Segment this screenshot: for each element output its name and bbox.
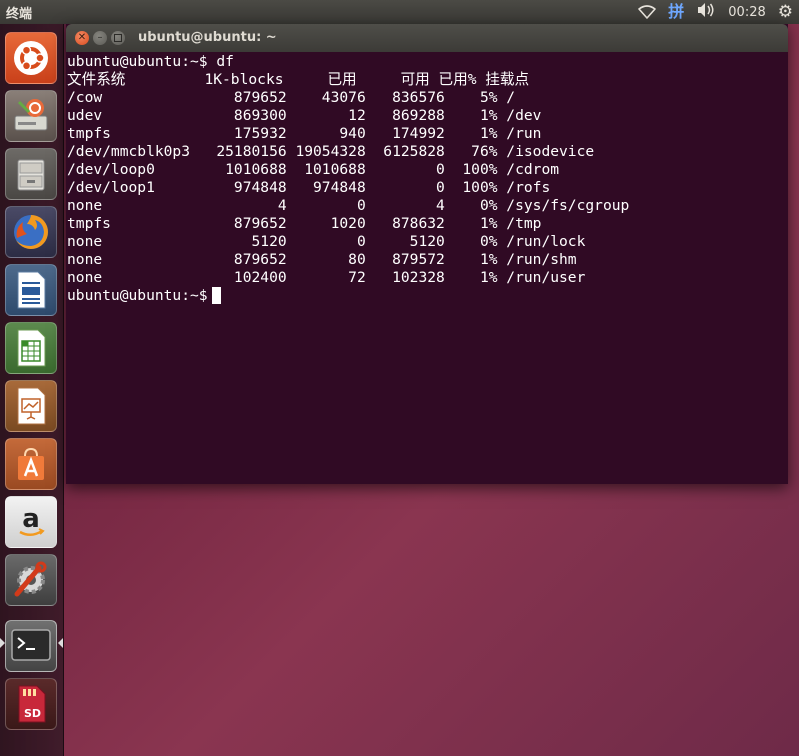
- window-close-button[interactable]: ✕: [75, 31, 89, 45]
- settings-gear-icon[interactable]: ⚙: [778, 2, 793, 22]
- terminal-output[interactable]: ubuntu@ubuntu:~$ df 文件系统 1K-blocks 已用 可用 …: [67, 52, 787, 305]
- launcher-item-files[interactable]: [5, 148, 57, 200]
- calc-icon: [17, 329, 46, 367]
- launcher-item-sd-card[interactable]: SD: [5, 678, 57, 730]
- launcher: a SD: [0, 24, 64, 756]
- wifi-icon[interactable]: [638, 5, 657, 19]
- launcher-item-amazon[interactable]: a: [5, 496, 57, 548]
- df-table-row: /dev/loop0 1010688 1010688 0 100% /cdrom: [67, 161, 560, 178]
- launcher-item-software-center[interactable]: [5, 438, 57, 490]
- indicator-area: 拼 00:28 ⚙: [638, 2, 793, 22]
- prompt-line: ubuntu@ubuntu:~$: [67, 287, 787, 305]
- ubuntu-logo-icon: [14, 41, 48, 75]
- amazon-icon: a: [19, 504, 45, 536]
- settings-icon: [14, 561, 47, 597]
- terminal-window[interactable]: ✕ – ubuntu@ubuntu: ~ ubuntu@ubuntu:~$ df…: [66, 24, 788, 484]
- clock[interactable]: 00:28: [728, 5, 765, 20]
- writer-icon: [17, 271, 46, 309]
- launcher-item-dash-home[interactable]: [5, 32, 57, 84]
- df-table-row: none 102400 72 102328 1% /run/user: [67, 269, 586, 286]
- maximize-icon: [114, 34, 122, 42]
- window-minimize-button[interactable]: –: [93, 31, 107, 45]
- launcher-item-system-settings[interactable]: [5, 554, 57, 606]
- window-title: ubuntu@ubuntu: ~: [138, 30, 277, 45]
- volume-icon[interactable]: [696, 2, 716, 22]
- df-table-row: none 4 0 4 0% /sys/fs/cgroup: [67, 197, 630, 214]
- launcher-item-firefox[interactable]: [5, 206, 57, 258]
- install-icon: [14, 99, 48, 131]
- df-table-row: /dev/loop1 974848 974848 0 100% /rofs: [67, 179, 551, 196]
- top-panel: 终端 拼 00:28 ⚙: [0, 0, 799, 24]
- launcher-item-libreoffice-writer[interactable]: [5, 264, 57, 316]
- minimize-icon: –: [97, 32, 103, 43]
- active-app-title: 终端: [6, 7, 33, 22]
- file-cabinet-icon: [17, 159, 45, 191]
- svg-text:a: a: [22, 504, 40, 534]
- input-method-icon[interactable]: 拼: [668, 2, 684, 22]
- df-header-row: 文件系统 1K-blocks 已用 可用 已用% 挂载点: [67, 71, 530, 88]
- text-cursor: [211, 287, 221, 304]
- impress-icon: [17, 387, 46, 425]
- launcher-item-ubuntu-installer[interactable]: [5, 90, 57, 142]
- sd-card-label: SD: [24, 707, 42, 720]
- launcher-item-terminal[interactable]: [5, 620, 57, 672]
- command-line: ubuntu@ubuntu:~$ df: [67, 53, 234, 70]
- focused-window-indicator: [58, 638, 63, 648]
- df-table-row: none 5120 0 5120 0% /run/lock: [67, 233, 586, 250]
- df-table-row: tmpfs 879652 1020 878632 1% /tmp: [67, 215, 542, 232]
- df-table-row: udev 869300 12 869288 1% /dev: [67, 107, 542, 124]
- terminal-icon: [11, 629, 51, 661]
- window-maximize-button[interactable]: [111, 31, 125, 45]
- df-table-row: none 879652 80 879572 1% /run/shm: [67, 251, 577, 268]
- df-table-row: tmpfs 175932 940 174992 1% /run: [67, 125, 542, 142]
- df-table-row: /dev/mmcblk0p3 25180156 19054328 6125828…: [67, 143, 595, 160]
- window-titlebar[interactable]: ✕ – ubuntu@ubuntu: ~: [66, 24, 788, 52]
- launcher-item-libreoffice-calc[interactable]: [5, 322, 57, 374]
- close-icon: ✕: [77, 32, 87, 43]
- firefox-icon: [14, 215, 49, 249]
- shopping-bag-icon: [18, 447, 44, 480]
- launcher-item-libreoffice-impress[interactable]: [5, 380, 57, 432]
- df-table-row: /cow 879652 43076 836576 5% /: [67, 89, 516, 106]
